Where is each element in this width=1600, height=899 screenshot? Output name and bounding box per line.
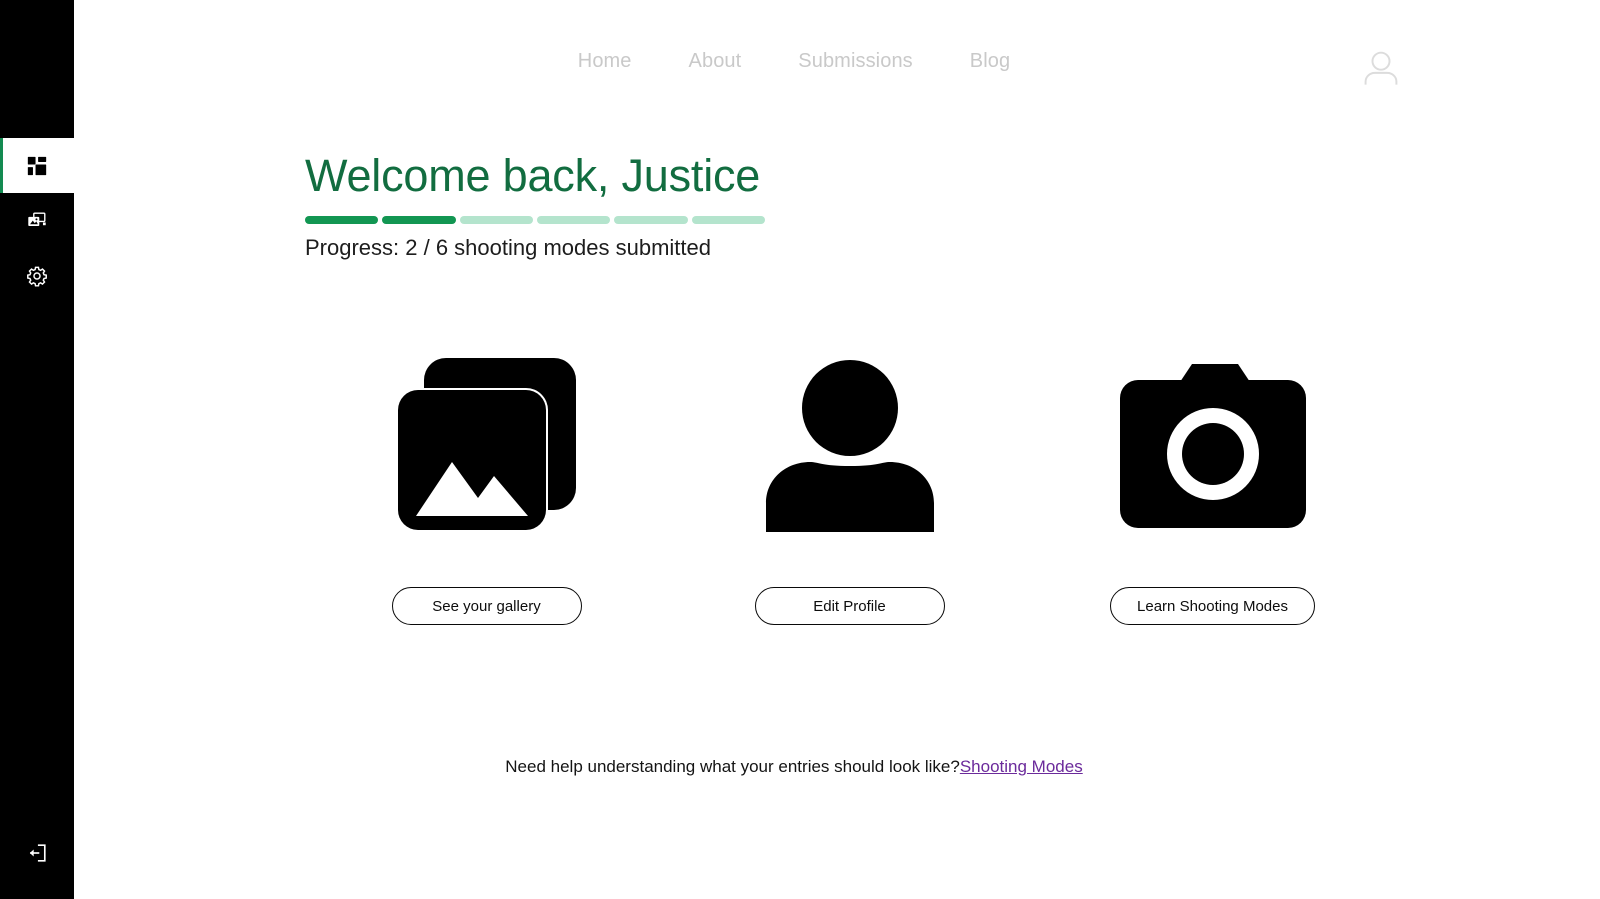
- nav-link-home[interactable]: Home: [578, 50, 632, 73]
- gear-settings-icon: [26, 265, 48, 287]
- sidebar-item-gallery[interactable]: [0, 193, 74, 248]
- nav-links: Home About Submissions Blog: [74, 0, 1514, 116]
- shooting-modes-link[interactable]: Shooting Modes: [960, 757, 1083, 776]
- person-profile-icon: [761, 345, 939, 545]
- top-navigation: Home About Submissions Blog: [74, 0, 1600, 116]
- sidebar-nav: [0, 138, 74, 303]
- sidebar-item-settings[interactable]: [0, 248, 74, 303]
- progress-segment: [305, 215, 379, 224]
- camera-icon: [1118, 345, 1308, 545]
- progress-segment: [691, 215, 765, 224]
- card-profile: Edit Profile: [668, 345, 1031, 625]
- progress-segment: [614, 215, 688, 224]
- nav-link-submissions[interactable]: Submissions: [798, 50, 912, 73]
- card-shooting-modes: Learn Shooting Modes: [1031, 345, 1394, 625]
- progress-label: Progress: 2 / 6 shooting modes submitted: [305, 234, 711, 260]
- help-text-row: Need help understanding what your entrie…: [74, 757, 1514, 777]
- see-your-gallery-button[interactable]: See your gallery: [391, 587, 582, 625]
- nav-link-about[interactable]: About: [689, 50, 742, 73]
- nav-link-blog[interactable]: Blog: [970, 50, 1010, 73]
- app-root: Home About Submissions Blog Welcome back…: [0, 0, 1600, 899]
- edit-profile-button[interactable]: Edit Profile: [754, 587, 945, 625]
- logout-button[interactable]: [0, 807, 74, 899]
- sidebar: [0, 0, 74, 899]
- card-gallery: See your gallery: [305, 345, 668, 625]
- sidebar-item-dashboard[interactable]: [0, 138, 74, 193]
- progress-segment: [382, 215, 456, 224]
- gallery-stack-icon: [394, 345, 580, 545]
- page-title: Welcome back, Justice: [305, 150, 761, 201]
- progress-bar: [305, 215, 765, 224]
- learn-shooting-modes-button[interactable]: Learn Shooting Modes: [1110, 587, 1315, 625]
- page-content: Home About Submissions Blog Welcome back…: [74, 0, 1600, 899]
- account-button[interactable]: [1358, 46, 1404, 92]
- dashboard-grid-icon: [26, 155, 48, 177]
- gallery-images-icon: [26, 210, 48, 232]
- logout-icon: [26, 842, 48, 864]
- progress-segment: [459, 215, 533, 224]
- action-cards: See your gallery Edit Profile Learn Shoo…: [305, 345, 1395, 625]
- user-account-icon: [1358, 46, 1404, 92]
- sidebar-expand-button[interactable]: [0, 0, 74, 56]
- progress-segment: [536, 215, 611, 224]
- hero-section: Welcome back, Justice Progress: 2 / 6 sh…: [305, 150, 765, 261]
- help-text: Need help understanding what your entrie…: [505, 757, 960, 776]
